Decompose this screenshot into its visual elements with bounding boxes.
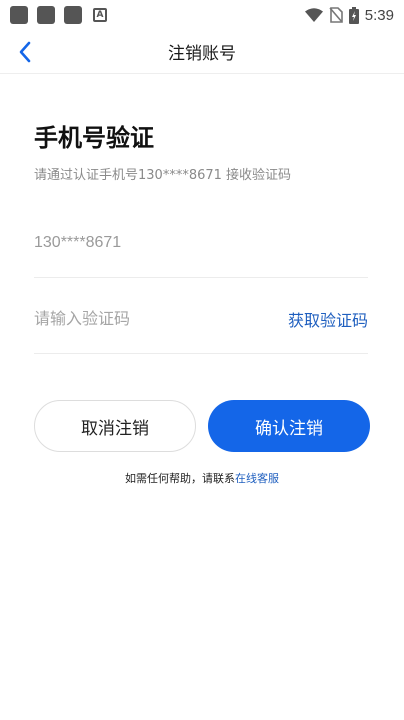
page-title: 注销账号	[168, 44, 236, 64]
help-prefix: 如需任何帮助，请联系	[125, 472, 235, 485]
help-text: 如需任何帮助，请联系在线客服	[0, 470, 404, 486]
status-bar: A 5:39	[0, 0, 404, 30]
a-notification-icon: A	[93, 8, 107, 22]
code-field: 获取验证码	[34, 284, 368, 354]
wifi-icon	[304, 8, 323, 22]
online-service-link[interactable]: 在线客服	[235, 472, 279, 485]
chevron-left-icon	[19, 41, 31, 63]
battery-icon	[348, 6, 359, 24]
verification-code-input[interactable]	[34, 309, 254, 328]
status-time: 5:39	[364, 6, 394, 24]
phone-number: 130****8671	[34, 233, 122, 251]
verification-heading: 手机号验证	[34, 124, 154, 152]
confirm-deletion-button[interactable]: 确认注销	[208, 400, 370, 452]
get-code-button[interactable]: 获取验证码	[288, 307, 368, 331]
cancel-deletion-button[interactable]: 取消注销	[34, 400, 196, 452]
title-bar: 注销账号	[0, 30, 404, 74]
notification-icon	[10, 6, 28, 24]
back-button[interactable]	[10, 36, 40, 68]
notification-icon	[64, 6, 82, 24]
verification-subheading: 请通过认证手机号130****8671 接收验证码	[34, 168, 292, 183]
phone-field: 130****8671	[34, 208, 368, 278]
notification-icon	[37, 6, 55, 24]
no-sim-icon	[329, 7, 343, 23]
